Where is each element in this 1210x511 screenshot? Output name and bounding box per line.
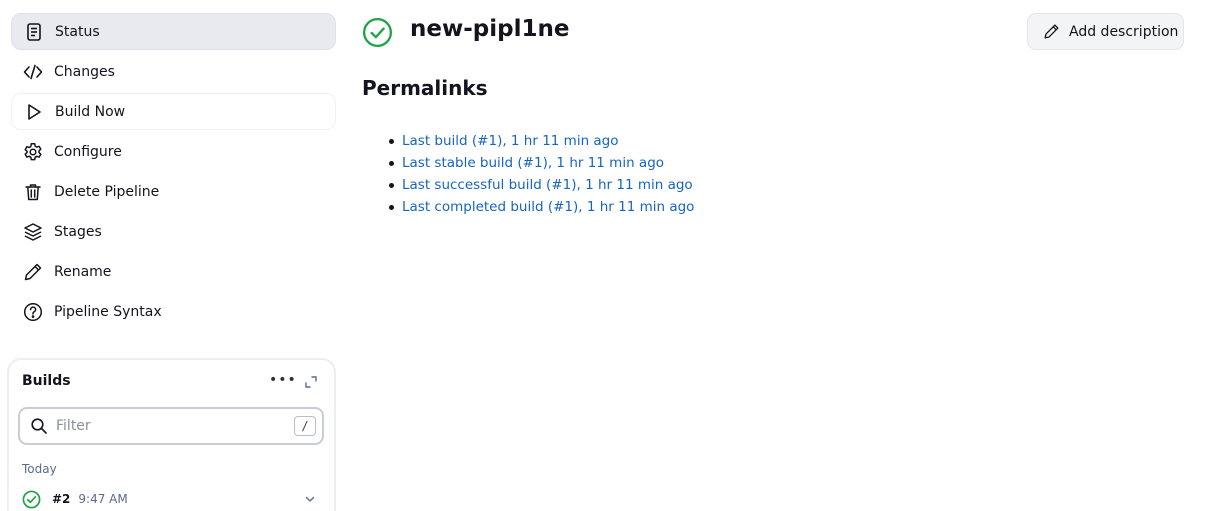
sidebar-item-delete-pipeline[interactable]: Delete Pipeline bbox=[11, 173, 336, 210]
keyboard-shortcut-hint: / bbox=[294, 416, 316, 436]
builds-filter: / bbox=[18, 407, 324, 445]
list-item: Last stable build (#1), 1 hr 11 min ago bbox=[389, 152, 694, 174]
sidebar-item-label: Status bbox=[55, 23, 100, 40]
sidebar-item-label: Delete Pipeline bbox=[54, 183, 160, 200]
pencil-icon bbox=[1044, 24, 1059, 39]
search-icon bbox=[31, 418, 47, 434]
chevron-down-icon[interactable] bbox=[304, 493, 316, 505]
list-item: Last build (#1), 1 hr 11 min ago bbox=[389, 130, 694, 152]
build-group-label: Today bbox=[22, 462, 57, 476]
bullet bbox=[389, 204, 394, 210]
build-time: 9:47 AM bbox=[78, 492, 128, 506]
permalink-last-build[interactable]: Last build (#1), 1 hr 11 min ago bbox=[402, 133, 619, 149]
bullet bbox=[389, 160, 394, 166]
document-icon bbox=[23, 21, 45, 43]
sidebar-item-status[interactable]: Status bbox=[11, 13, 336, 50]
build-number[interactable]: #2 bbox=[52, 492, 70, 506]
expand-icon[interactable] bbox=[303, 374, 319, 390]
page-title: new-pipl1ne bbox=[410, 16, 570, 42]
help-icon bbox=[22, 301, 44, 323]
sidebar-item-stages[interactable]: Stages bbox=[11, 213, 336, 250]
gear-icon bbox=[22, 141, 44, 163]
bullet bbox=[389, 182, 394, 188]
sidebar-item-build-now[interactable]: Build Now bbox=[11, 93, 336, 130]
layers-icon bbox=[22, 221, 44, 243]
list-item: Last successful build (#1), 1 hr 11 min … bbox=[389, 174, 694, 196]
filter-input[interactable] bbox=[56, 418, 276, 434]
trash-icon bbox=[22, 181, 44, 203]
success-icon bbox=[22, 490, 41, 508]
sidebar-item-label: Rename bbox=[54, 263, 112, 280]
add-description-button[interactable]: Add description bbox=[1027, 13, 1184, 50]
sidebar-item-label: Changes bbox=[54, 63, 115, 80]
sidebar-item-pipeline-syntax[interactable]: Pipeline Syntax bbox=[11, 293, 336, 330]
list-item: Last completed build (#1), 1 hr 11 min a… bbox=[389, 196, 694, 218]
permalink-last-completed-build[interactable]: Last completed build (#1), 1 hr 11 min a… bbox=[402, 199, 694, 215]
sidebar-item-configure[interactable]: Configure bbox=[11, 133, 336, 170]
success-status-icon bbox=[362, 17, 393, 48]
sidebar-item-changes[interactable]: Changes bbox=[11, 53, 336, 90]
sidebar-item-label: Configure bbox=[54, 143, 122, 160]
more-options-icon[interactable]: ••• bbox=[269, 372, 297, 388]
pencil-icon bbox=[22, 261, 44, 283]
sidebar: Status Changes Build Now Configure Delet… bbox=[11, 13, 336, 333]
permalink-last-successful-build[interactable]: Last successful build (#1), 1 hr 11 min … bbox=[402, 177, 693, 193]
code-icon bbox=[22, 61, 44, 83]
permalink-last-stable-build[interactable]: Last stable build (#1), 1 hr 11 min ago bbox=[402, 155, 664, 171]
sidebar-item-label: Build Now bbox=[55, 103, 126, 120]
sidebar-item-label: Pipeline Syntax bbox=[54, 303, 162, 320]
permalinks-list: Last build (#1), 1 hr 11 min ago Last st… bbox=[389, 130, 694, 218]
builds-title: Builds bbox=[22, 373, 71, 389]
play-icon bbox=[23, 101, 45, 123]
sidebar-item-rename[interactable]: Rename bbox=[11, 253, 336, 290]
build-row[interactable]: #2 9:47 AM bbox=[22, 488, 322, 510]
bullet bbox=[389, 138, 394, 144]
permalinks-heading: Permalinks bbox=[362, 76, 488, 100]
add-description-label: Add description bbox=[1069, 23, 1179, 40]
builds-panel: Builds ••• / Today #2 9:47 AM bbox=[7, 358, 336, 511]
sidebar-item-label: Stages bbox=[54, 223, 102, 240]
